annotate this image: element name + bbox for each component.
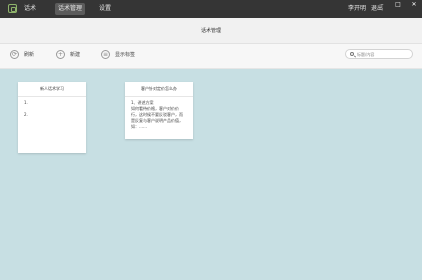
page-header: 话术管理 [0,18,422,44]
script-card-2[interactable]: 客户针对定价怎么办 1、讲述方案 如何看待价格，客户对价价 行，这时候不要反驳客… [125,82,193,139]
card-line: 如：…… [131,124,147,129]
card-title: 客户针对定价怎么办 [125,82,193,97]
nav-huashu-manage[interactable]: 话术管理 [55,3,86,15]
search-icon [350,52,354,56]
display-tags-label: 显示标签 [115,52,136,58]
card-title: 新人话术学习 [18,82,86,97]
maximize-icon[interactable]: □ [390,0,406,9]
refresh-icon: ⟳ [10,50,19,59]
search-input[interactable] [357,51,409,58]
nav-huashu[interactable]: 话术 [21,3,39,15]
card-body: 1. 2. [24,100,80,118]
title-bar: 话术 话术管理 设置 李开明 退出 – □ ✕ [0,0,422,18]
user-name[interactable]: 李开明 [345,3,369,15]
plus-icon: + [56,50,65,59]
app-logo-icon [8,4,17,13]
new-label: 新建 [70,52,81,58]
refresh-label: 刷新 [24,52,35,58]
search-box[interactable] [345,49,413,59]
card-body: 1、讲述方案 如何看待价格，客户对价价 行，这时候不要反驳客户，而 是反复与客户… [131,100,187,130]
nav-settings[interactable]: 设置 [96,3,114,15]
page-title: 话术管理 [200,28,221,34]
close-icon[interactable]: ✕ [406,0,422,9]
minimize-icon[interactable]: – [374,0,390,9]
script-card-1[interactable]: 新人话术学习 1. 2. [18,82,86,153]
card-line: 2. [24,112,28,117]
tag-icon: ≡ [101,50,110,59]
